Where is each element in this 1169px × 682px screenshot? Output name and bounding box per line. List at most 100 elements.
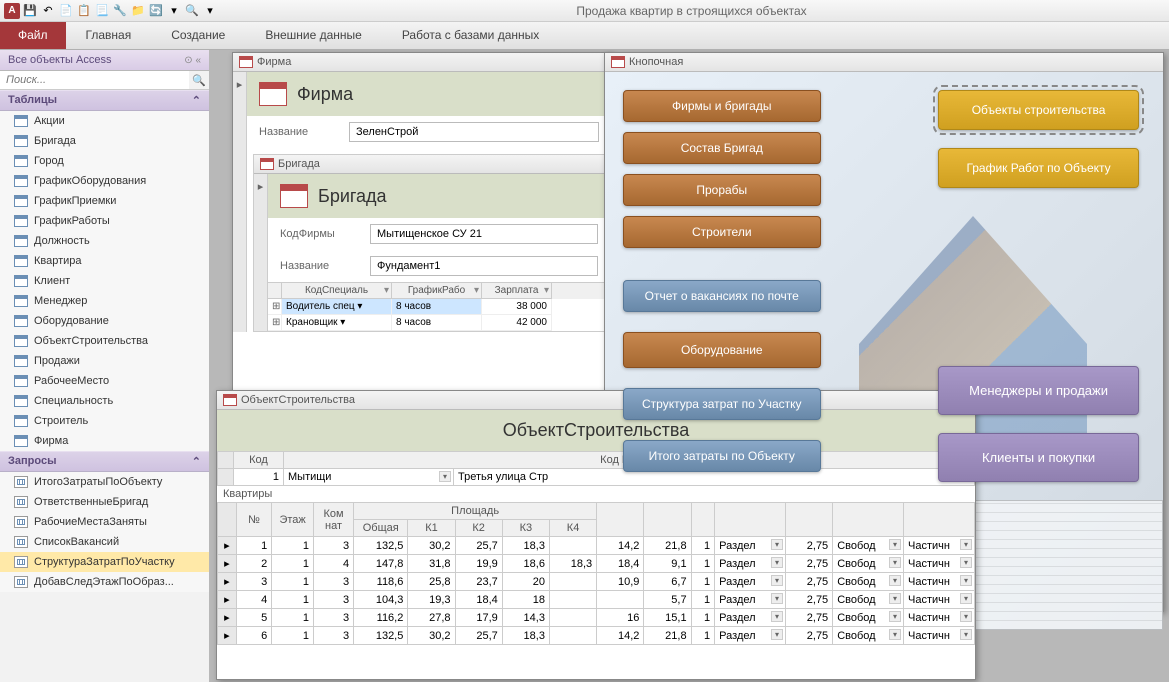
col-spec[interactable]: КодСпециаль — [282, 283, 392, 299]
brigada-kod-input[interactable] — [370, 224, 598, 244]
undo-icon[interactable]: ↶ — [40, 3, 56, 19]
record-selector[interactable]: ▸ — [233, 72, 247, 332]
col-zp[interactable]: Зарплата — [482, 283, 552, 299]
col-k4[interactable]: К4 — [549, 520, 596, 537]
dropdown-icon[interactable]: ▾ — [166, 3, 182, 19]
doc2-icon[interactable]: 📋 — [76, 3, 92, 19]
table-icon — [14, 115, 28, 127]
col-komnat[interactable]: Ком нат — [313, 503, 353, 537]
table-row[interactable]: ▸313118,625,823,72010,96,71Раздел2,75Сво… — [218, 573, 975, 591]
nav-item[interactable]: ОтветственныеБригад — [0, 492, 209, 512]
ds-row[interactable]: ⊞Крановщик ▾8 часов42 000 — [268, 315, 610, 331]
nav-item[interactable]: ГрафикРаботы — [0, 211, 209, 231]
chevron-down-icon[interactable]: ⊙ « — [184, 55, 201, 66]
nav-item[interactable]: РабочиеМестаЗаняты — [0, 512, 209, 532]
nav-item[interactable]: ИтогоЗатратыПоОбъекту — [0, 472, 209, 492]
table-row[interactable]: ▸613132,530,225,718,314,221,81Раздел2,75… — [218, 627, 975, 645]
col-graf[interactable]: ГрафикРабо — [392, 283, 482, 299]
table-icon — [14, 295, 28, 307]
nav-item-label: РабочиеМестаЗаняты — [34, 516, 147, 528]
app-icon[interactable]: A — [4, 3, 20, 19]
nav-item[interactable]: Город — [0, 151, 209, 171]
cell-gorod[interactable]: Мытищи — [284, 469, 454, 486]
doc3-icon[interactable]: 📃 — [94, 3, 110, 19]
btn-grafik[interactable]: График Работ по Объекту — [938, 148, 1139, 188]
btn-otchet[interactable]: Отчет о вакансиях по почте — [623, 280, 821, 312]
table-row[interactable]: ▸413104,319,318,4185,71Раздел2,75СвободЧ… — [218, 591, 975, 609]
col-etazh[interactable]: Этаж — [272, 503, 314, 537]
dropdown2-icon[interactable]: ▾ — [202, 3, 218, 19]
nav-item[interactable]: Квартира — [0, 251, 209, 271]
nav-group-1[interactable]: Запросы⌃ — [0, 451, 209, 472]
btn-objekty[interactable]: Объекты строительства — [938, 90, 1139, 130]
btn-klienty[interactable]: Клиенты и покупки — [938, 433, 1139, 482]
nav-item[interactable]: Продажи — [0, 351, 209, 371]
table-icon — [14, 415, 28, 427]
search-input[interactable] — [0, 71, 189, 89]
nav-item[interactable]: ГрафикОборудования — [0, 171, 209, 191]
file-tab[interactable]: Файл — [0, 22, 66, 49]
firma-titlebar[interactable]: Фирма — [233, 53, 611, 72]
folder-icon[interactable]: 📁 — [130, 3, 146, 19]
btn-firmy[interactable]: Фирмы и бригады — [623, 90, 821, 122]
nav-item[interactable]: Должность — [0, 231, 209, 251]
table-row[interactable]: ▸513116,227,817,914,31615,11Раздел2,75Св… — [218, 609, 975, 627]
col-k2[interactable]: К2 — [455, 520, 502, 537]
cell-kod[interactable]: 1 — [234, 469, 284, 486]
firma-name-input[interactable] — [349, 122, 599, 142]
nav-group-0[interactable]: Таблицы⌃ — [0, 90, 209, 111]
btn-oborudovanie[interactable]: Оборудование — [623, 332, 821, 368]
nav-item[interactable]: СтруктураЗатратПоУчастку — [0, 552, 209, 572]
tab-external[interactable]: Внешние данные — [245, 22, 382, 49]
nav-header[interactable]: Все объекты Access ⊙ « — [0, 50, 209, 71]
doc-icon[interactable]: 📄 — [58, 3, 74, 19]
btn-itogo[interactable]: Итого затраты по Объекту — [623, 440, 821, 472]
table-row[interactable]: ▸214147,831,819,918,618,318,49,11Раздел2… — [218, 555, 975, 573]
ds-row[interactable]: ⊞Водитель спец ▾8 часов38 000 — [268, 299, 610, 315]
btn-proraby[interactable]: Прорабы — [623, 174, 821, 206]
col-kod[interactable]: Код — [234, 452, 284, 469]
search-icon[interactable]: 🔍 — [189, 71, 209, 89]
tab-create[interactable]: Создание — [151, 22, 245, 49]
col-k3[interactable]: К3 — [502, 520, 549, 537]
btn-stroiteli[interactable]: Строители — [623, 216, 821, 248]
nav-item[interactable]: Акции — [0, 111, 209, 131]
knop-titlebar[interactable]: Кнопочная — [605, 53, 1163, 72]
tab-db[interactable]: Работа с базами данных — [382, 22, 559, 49]
nav-item[interactable]: Оборудование — [0, 311, 209, 331]
save-icon[interactable]: 💾 — [22, 3, 38, 19]
table-row[interactable]: ▸113132,530,225,718,314,221,81Раздел2,75… — [218, 537, 975, 555]
nav-item[interactable]: Клиент — [0, 271, 209, 291]
btn-struktura[interactable]: Структура затрат по Участку — [623, 388, 821, 420]
nav-item[interactable]: Специальность — [0, 391, 209, 411]
col-n[interactable]: № — [236, 503, 271, 537]
brigada-titlebar[interactable]: Бригада — [254, 155, 610, 174]
nav-item[interactable]: Фирма — [0, 431, 209, 451]
nav-item[interactable]: ОбъектСтроительства — [0, 331, 209, 351]
col-obsh[interactable]: Общая — [354, 520, 408, 537]
nav-item[interactable]: Бригада — [0, 131, 209, 151]
zoom-icon[interactable]: 🔍 — [184, 3, 200, 19]
query-icon — [14, 476, 28, 488]
brigada-name-input[interactable] — [370, 256, 598, 276]
row-selector[interactable] — [218, 469, 234, 486]
btn-menedzhery[interactable]: Менеджеры и продажи — [938, 366, 1139, 415]
tab-home[interactable]: Главная — [66, 22, 152, 49]
col-ploshad[interactable]: Площадь — [354, 503, 597, 520]
nav-item[interactable]: РабочееМесто — [0, 371, 209, 391]
nav-item[interactable]: СписокВакансий — [0, 532, 209, 552]
nav-item[interactable]: Строитель — [0, 411, 209, 431]
tools-icon[interactable]: 🔧 — [112, 3, 128, 19]
table-icon — [14, 315, 28, 327]
table-icon — [14, 395, 28, 407]
btn-sostav[interactable]: Состав Бригад — [623, 132, 821, 164]
nav-item[interactable]: ГрафикПриемки — [0, 191, 209, 211]
refresh-icon[interactable]: 🔄 — [148, 3, 164, 19]
nav-item[interactable]: ДобавСледЭтажПоОбраз... — [0, 572, 209, 592]
nav-item[interactable]: Менеджер — [0, 291, 209, 311]
record-selector[interactable]: ▸ — [254, 174, 268, 331]
obj-titlebar[interactable]: ОбъектСтроительства — [217, 391, 975, 410]
table-icon — [14, 215, 28, 227]
brigada-kod-label: КодФирмы — [280, 228, 360, 240]
col-k1[interactable]: К1 — [408, 520, 455, 537]
